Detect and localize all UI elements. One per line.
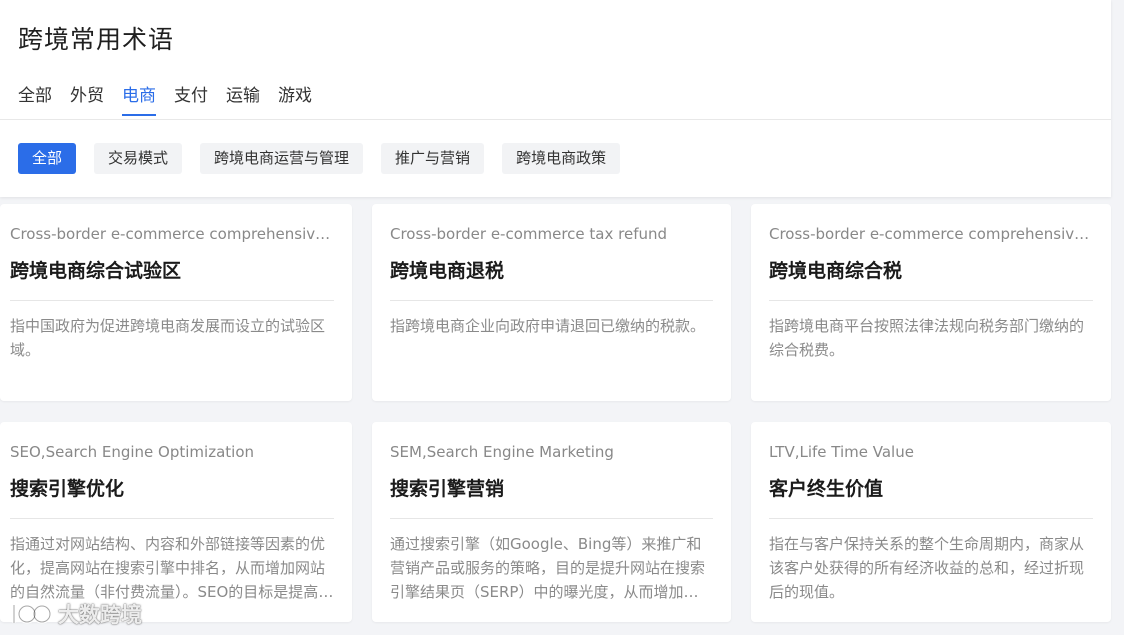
term-card[interactable]: SEM,Search Engine Marketing 搜索引擎营销 通过搜索引… [372, 422, 731, 622]
term-card[interactable]: Cross-border e-commerce comprehensive ta… [751, 204, 1111, 401]
term-english: Cross-border e-commerce comprehensive ta… [769, 225, 1093, 243]
subcategory-chips: 全部 交易模式 跨境电商运营与管理 推广与营销 跨境电商政策 [18, 143, 638, 174]
tab-all[interactable]: 全部 [18, 84, 52, 116]
term-description: 指跨境电商企业向政府申请退回已缴纳的税款。 [390, 317, 706, 335]
chip-all[interactable]: 全部 [18, 143, 77, 174]
term-english: SEM,Search Engine Marketing [390, 443, 614, 461]
term-description: 指中国政府为促进跨境电商发展而设立的试验区域。 [10, 317, 326, 359]
tab-games[interactable]: 游戏 [278, 84, 312, 116]
chip-operations[interactable]: 跨境电商运营与管理 [200, 143, 364, 174]
tabs-divider [0, 119, 1111, 120]
term-card[interactable]: Cross-border e-commerce tax refund 跨境电商退… [372, 204, 731, 401]
page-title: 跨境常用术语 [18, 25, 175, 54]
card-divider [390, 518, 713, 519]
term-chinese: 跨境电商退税 [390, 260, 505, 282]
chip-policy[interactable]: 跨境电商政策 [502, 143, 621, 174]
chip-trade-mode[interactable]: 交易模式 [94, 143, 183, 174]
term-english: SEO,Search Engine Optimization [10, 443, 255, 461]
term-chinese: 跨境电商综合税 [769, 260, 903, 282]
chip-marketing[interactable]: 推广与营销 [381, 143, 485, 174]
term-card[interactable]: LTV,Life Time Value 客户终生价值 指在与客户保持关系的整个生… [751, 422, 1111, 622]
card-divider [769, 518, 1093, 519]
term-description: 通过搜索引擎（如Google、Bing等）来推广和营销产品或服务的策略，目的是提… [390, 535, 706, 601]
term-english: LTV,Life Time Value [769, 443, 914, 461]
card-divider [10, 300, 334, 301]
watermark-text: 大数跨境 [58, 603, 142, 627]
header-panel: 跨境常用术语 全部 外贸 电商 支付 运输 游戏 全部 交易模式 跨境电商运营与… [0, 0, 1111, 197]
term-description: 指在与客户保持关系的整个生命周期内，商家从该客户处获得的所有经济收益的总和，经过… [769, 535, 1085, 601]
term-chinese: 搜索引擎营销 [390, 478, 505, 500]
card-divider [10, 518, 334, 519]
term-description: 指通过对网站结构、内容和外部链接等因素的优化，提高网站在搜索引擎中排名，从而增加… [10, 535, 334, 601]
tab-ecommerce[interactable]: 电商 [122, 84, 156, 116]
term-english: Cross-border e-commerce comprehensive te… [10, 225, 334, 243]
tab-payment[interactable]: 支付 [174, 84, 208, 116]
card-divider [390, 300, 713, 301]
tab-shipping[interactable]: 运输 [226, 84, 260, 116]
term-chinese: 跨境电商综合试验区 [10, 260, 182, 282]
watermark-logo-icon [12, 604, 52, 624]
term-description: 指跨境电商平台按照法律法规向税务部门缴纳的综合税费。 [769, 317, 1085, 359]
term-chinese: 搜索引擎优化 [10, 478, 125, 500]
term-chinese: 客户终生价值 [769, 478, 884, 500]
term-english: Cross-border e-commerce tax refund [390, 225, 668, 243]
card-divider [769, 300, 1093, 301]
tab-foreign-trade[interactable]: 外贸 [70, 84, 104, 116]
category-tabs: 全部 外贸 电商 支付 运输 游戏 [18, 84, 330, 116]
term-card[interactable]: Cross-border e-commerce comprehensive te… [0, 204, 352, 401]
watermark: 大数跨境 [8, 599, 142, 629]
term-card[interactable]: SEO,Search Engine Optimization 搜索引擎优化 指通… [0, 422, 352, 622]
